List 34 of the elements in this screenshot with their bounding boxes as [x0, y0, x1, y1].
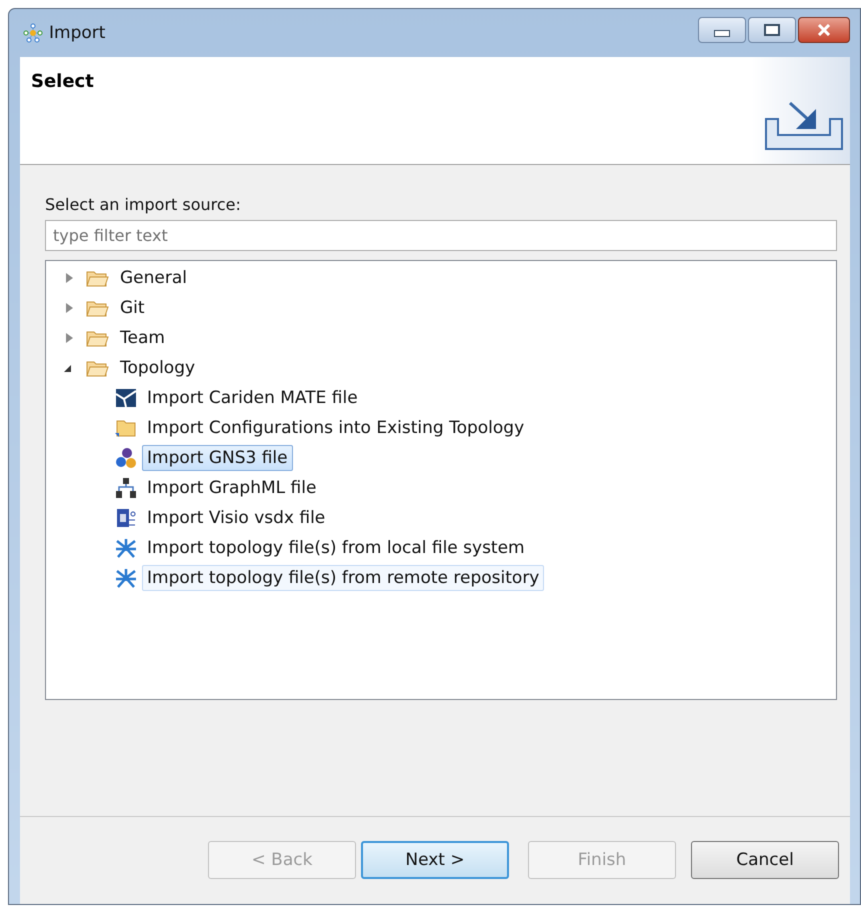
tree-item[interactable]: Import Cariden MATE file	[142, 385, 363, 411]
tree-item[interactable]: Topology	[115, 355, 200, 381]
tree-item[interactable]: Import topology file(s) from remote repository	[142, 565, 544, 591]
network-icon	[23, 23, 43, 43]
filter-field[interactable]: type filter text	[45, 220, 837, 251]
tree-item[interactable]: Import GNS3 file	[142, 445, 293, 471]
tree-item[interactable]: Git	[115, 295, 150, 321]
minimize-icon	[714, 30, 730, 36]
page-title: Select	[31, 71, 94, 93]
window-title: Import	[49, 23, 106, 43]
bubbles-icon	[114, 446, 138, 470]
tree-item[interactable]: Team	[115, 325, 170, 351]
expand-arrow-icon[interactable]	[66, 273, 73, 283]
expand-arrow-icon[interactable]	[66, 333, 73, 343]
dialog-button[interactable]: Cancel	[691, 841, 839, 879]
document-icon	[114, 506, 138, 530]
dialog-button[interactable]: Next >	[361, 841, 509, 879]
maximize-icon	[764, 24, 780, 36]
hierarchy-icon	[114, 476, 138, 500]
minimize-button[interactable]	[698, 17, 746, 43]
collapse-arrow-icon[interactable]	[64, 364, 71, 372]
network-icon	[114, 566, 138, 590]
source-label: Select an import source:	[45, 195, 241, 216]
chart-icon	[114, 386, 138, 410]
maximize-button[interactable]	[748, 17, 796, 43]
tree-item[interactable]: Import Visio vsdx file	[142, 505, 330, 531]
close-button[interactable]	[798, 17, 850, 43]
tree-item[interactable]: General	[115, 265, 192, 291]
network-icon	[114, 536, 138, 560]
tree-item[interactable]: Import GraphML file	[142, 475, 322, 501]
tree-item[interactable]: Import topology file(s) from local file system	[142, 535, 530, 561]
tree-item[interactable]: Import Configurations into Existing Topology	[142, 415, 530, 441]
close-icon	[817, 24, 831, 36]
expand-arrow-icon[interactable]	[66, 303, 73, 313]
